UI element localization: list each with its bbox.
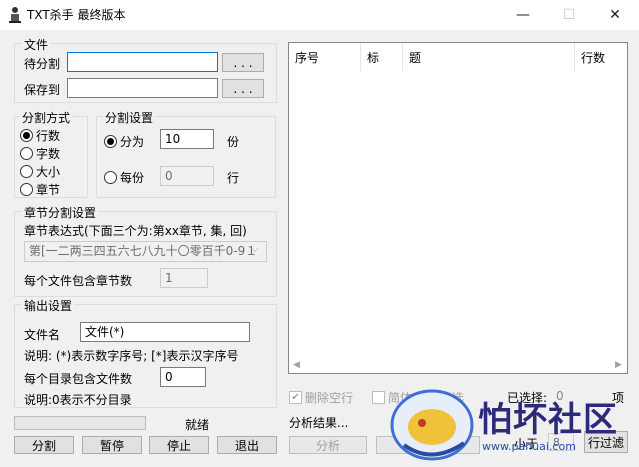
chapter-expr-select[interactable]: 第[一二两三四五六七八九十〇零百千0-9１ bbox=[24, 241, 267, 262]
column-header-title-2[interactable]: 题 bbox=[403, 43, 575, 71]
output-settings-label: 输出设置 bbox=[22, 297, 75, 314]
watermark-text: 怕坏社区 bbox=[478, 400, 618, 440]
window-title: TXT杀手 最终版本 bbox=[27, 8, 126, 22]
title-bar: TXT杀手 最终版本 — ☐ ✕ bbox=[0, 0, 639, 30]
radio-size-label: 大小 bbox=[36, 165, 61, 179]
save-to-label: 保存到 bbox=[24, 83, 61, 97]
maximize-icon: ☐ bbox=[562, 7, 576, 23]
delete-blank-label: 删除空行 bbox=[305, 391, 354, 405]
app-icon bbox=[9, 7, 21, 23]
radio-per-part-label: 每份 bbox=[120, 171, 145, 185]
analysis-result-label: 分析结果... bbox=[289, 416, 349, 430]
filename-label: 文件名 bbox=[24, 328, 61, 342]
minimize-button[interactable]: — bbox=[500, 0, 546, 30]
filename-input[interactable]: 文件(*) bbox=[80, 322, 250, 342]
check-icon: ✔ bbox=[289, 391, 302, 404]
split-file-label: 待分割 bbox=[24, 57, 61, 71]
dir-note: 说明:0表示不分目录 bbox=[24, 393, 132, 407]
delete-blank-checkbox[interactable]: ✔ 删除空行 bbox=[289, 389, 353, 406]
files-per-dir-input[interactable]: 0 bbox=[160, 367, 206, 387]
browse-save-button[interactable]: . . . bbox=[222, 79, 264, 98]
chapter-expr-label: 章节表达式(下面三个为:第xx章节, 集, 回) bbox=[24, 224, 247, 238]
chapter-list[interactable]: 序号 标 题 行数 ◀ ▶ bbox=[288, 42, 628, 374]
radio-size-indicator[interactable] bbox=[20, 165, 33, 178]
analyze-button[interactable]: 分析 bbox=[289, 436, 367, 454]
status-text: 就绪 bbox=[185, 418, 210, 432]
maximize-button[interactable]: ☐ bbox=[546, 0, 592, 30]
radio-by-parts-indicator[interactable] bbox=[104, 135, 117, 148]
scroll-right-icon[interactable]: ▶ bbox=[615, 360, 622, 370]
radio-chapter-indicator[interactable] bbox=[20, 183, 33, 196]
column-header-lines[interactable]: 行数 bbox=[575, 43, 627, 71]
radio-chars-indicator[interactable] bbox=[20, 147, 33, 160]
exit-button[interactable]: 退出 bbox=[217, 436, 277, 454]
pause-button[interactable]: 暂停 bbox=[82, 436, 142, 454]
per-part-unit: 行 bbox=[227, 171, 240, 185]
watermark-url: www.pahuai.com bbox=[482, 440, 576, 453]
scroll-left-icon[interactable]: ◀ bbox=[293, 360, 300, 370]
split-mode-label: 分割方式 bbox=[20, 109, 73, 126]
browse-split-button[interactable]: . . . bbox=[222, 53, 264, 72]
radio-chars[interactable]: 字数 bbox=[20, 145, 60, 162]
close-icon: ✕ bbox=[609, 7, 621, 23]
stop-button[interactable]: 停止 bbox=[149, 436, 209, 454]
simplified-box bbox=[372, 391, 385, 404]
radio-chars-label: 字数 bbox=[36, 147, 61, 161]
close-button[interactable]: ✕ bbox=[592, 0, 638, 30]
chevron-down-icon[interactable]: ⌵ bbox=[251, 244, 259, 255]
radio-by-parts-label: 分为 bbox=[120, 135, 145, 149]
column-header-title-1[interactable]: 标 bbox=[361, 43, 403, 71]
radio-lines-label: 行数 bbox=[36, 129, 61, 143]
radio-lines-indicator[interactable] bbox=[20, 129, 33, 142]
minimize-icon: — bbox=[516, 7, 530, 23]
radio-lines[interactable]: 行数 bbox=[20, 127, 60, 144]
radio-per-part-indicator[interactable] bbox=[104, 171, 117, 184]
column-header-index[interactable]: 序号 bbox=[289, 43, 361, 71]
radio-by-parts[interactable]: 分为 bbox=[104, 133, 144, 150]
progress-bar bbox=[14, 416, 146, 430]
chapter-settings-label: 章节分割设置 bbox=[22, 204, 99, 221]
files-per-dir-label: 每个目录包含文件数 bbox=[24, 372, 133, 386]
parts-count-input[interactable]: 10 bbox=[160, 129, 214, 149]
split-settings-label: 分割设置 bbox=[103, 109, 156, 126]
save-to-input[interactable] bbox=[67, 78, 218, 98]
filename-note: 说明: (*)表示数字序号; [*]表示汉字序号 bbox=[24, 349, 239, 363]
chapters-per-file-input[interactable]: 1 bbox=[160, 268, 208, 288]
radio-chapter-label: 章节 bbox=[36, 183, 61, 197]
radio-chapter[interactable]: 章节 bbox=[20, 181, 60, 198]
parts-unit: 份 bbox=[227, 135, 240, 149]
radio-per-part[interactable]: 每份 bbox=[104, 169, 144, 186]
split-file-input[interactable] bbox=[67, 52, 218, 72]
radio-size[interactable]: 大小 bbox=[20, 163, 60, 180]
file-group-label: 文件 bbox=[22, 36, 51, 53]
per-part-input[interactable]: 0 bbox=[160, 166, 214, 186]
split-button[interactable]: 分割 bbox=[14, 436, 74, 454]
chapters-per-file-label: 每个文件包含章节数 bbox=[24, 274, 133, 288]
